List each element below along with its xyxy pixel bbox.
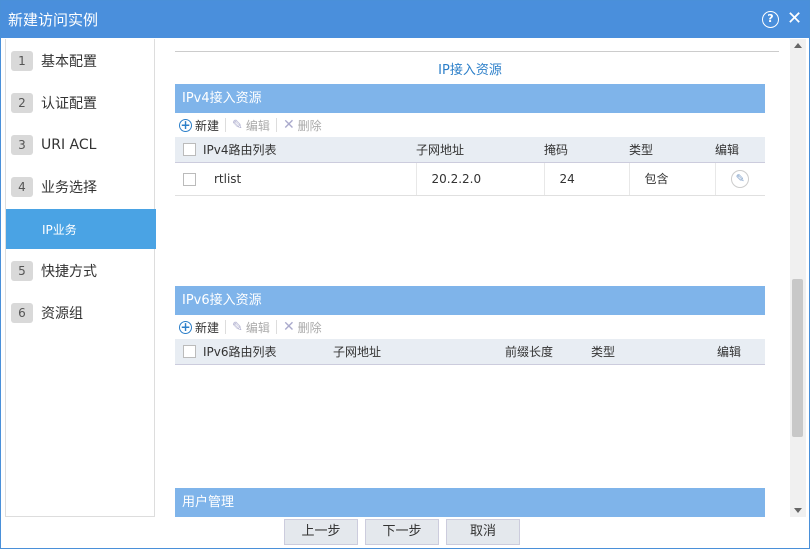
- col-subnet: 子网地址: [333, 339, 505, 365]
- col-type: 类型: [591, 339, 717, 365]
- next-button[interactable]: 下一步: [365, 519, 439, 545]
- step-resource-group[interactable]: 6 资源组: [6, 293, 156, 333]
- step-label: 快捷方式: [41, 264, 97, 280]
- cell-type: 包含: [629, 162, 716, 196]
- step-service-select[interactable]: 4 业务选择: [6, 167, 156, 207]
- step-number: 6: [11, 303, 33, 323]
- cell-subnet: 20.2.2.0: [416, 162, 545, 196]
- ipv6-toolbar: + 新建 ✎ 编辑 ✕ 删除: [175, 316, 765, 338]
- ipv4-table: IPv4路由列表 子网地址 掩码 类型 编辑 rtlist 20.2.2.0 2…: [175, 137, 765, 196]
- table-header-row: IPv4路由列表 子网地址 掩码 类型 编辑: [175, 137, 765, 163]
- step-number: 5: [11, 261, 33, 281]
- col-prefix-length: 前缀长度: [505, 339, 591, 365]
- prev-button[interactable]: 上一步: [284, 519, 358, 545]
- step-number: 1: [11, 51, 33, 71]
- col-route-list: IPv4路由列表: [203, 137, 416, 163]
- step-uri-acl[interactable]: 3 URI ACL: [6, 125, 156, 165]
- cell-route-list: rtlist: [203, 162, 417, 196]
- select-all-checkbox[interactable]: [182, 345, 196, 359]
- step-basic-config[interactable]: 1 基本配置: [6, 41, 156, 81]
- select-all-checkbox[interactable]: [182, 143, 196, 157]
- ipv6-table: IPv6路由列表 子网地址 前缀长度 类型 编辑: [175, 339, 765, 365]
- step-label: 资源组: [41, 306, 83, 322]
- col-edit: 编辑: [717, 339, 765, 365]
- delete-x-icon: ✕: [282, 319, 295, 335]
- toolbar-separator: [225, 320, 227, 334]
- vertical-scrollbar[interactable]: [790, 39, 806, 517]
- scroll-down-icon[interactable]: [794, 508, 802, 513]
- help-icon[interactable]: ?: [762, 11, 779, 28]
- new-label: 新建: [195, 320, 220, 335]
- table-row[interactable]: rtlist 20.2.2.0 24 包含 ✎: [175, 162, 765, 196]
- main-content: IP接入资源 IPv4接入资源 + 新建 ✎ 编辑 ✕ 删除 IPv4路由列表 …: [156, 39, 789, 517]
- scroll-thumb[interactable]: [792, 279, 803, 437]
- ipv4-edit-button[interactable]: ✎ 编辑: [228, 117, 274, 134]
- ipv4-section-header: IPv4接入资源: [175, 84, 765, 113]
- step-label: IP业务: [42, 222, 77, 237]
- col-edit: 编辑: [715, 137, 765, 163]
- row-checkbox[interactable]: [182, 172, 196, 186]
- step-label: 基本配置: [41, 54, 97, 70]
- ipv4-delete-button[interactable]: ✕ 删除: [279, 117, 326, 134]
- delete-label: 删除: [297, 118, 322, 133]
- dialog-footer: 上一步 下一步 取消: [1, 517, 809, 549]
- edit-label: 编辑: [245, 320, 270, 335]
- toolbar-separator: [275, 320, 277, 334]
- ipv4-new-button[interactable]: + 新建: [175, 117, 223, 134]
- title-bar: 新建访问实例 ? ✕: [1, 1, 809, 38]
- cell-mask: 24: [544, 162, 630, 196]
- step-number: 4: [11, 177, 33, 197]
- edit-label: 编辑: [245, 118, 270, 133]
- scroll-up-icon[interactable]: [794, 43, 802, 48]
- step-auth-config[interactable]: 2 认证配置: [6, 83, 156, 123]
- dialog-window: 新建访问实例 ? ✕ 1 基本配置 2 认证配置 3 URI ACL 4 业务选…: [0, 0, 810, 549]
- ipv4-toolbar: + 新建 ✎ 编辑 ✕ 删除: [175, 114, 765, 136]
- col-route-list: IPv6路由列表: [203, 339, 333, 365]
- plus-icon: +: [179, 319, 192, 334]
- ipv6-new-button[interactable]: + 新建: [175, 319, 223, 336]
- dialog-title: 新建访问实例: [8, 11, 99, 29]
- new-label: 新建: [195, 118, 220, 133]
- step-shortcut[interactable]: 5 快捷方式: [6, 251, 156, 291]
- col-type: 类型: [629, 137, 715, 163]
- ipv6-edit-button[interactable]: ✎ 编辑: [228, 319, 274, 336]
- step-ip-service[interactable]: IP业务: [6, 209, 156, 249]
- step-label: URI ACL: [41, 137, 97, 153]
- plus-icon: +: [179, 117, 192, 132]
- pencil-icon: ✎: [232, 319, 243, 335]
- delete-x-icon: ✕: [282, 117, 295, 133]
- ipv6-section-header: IPv6接入资源: [175, 286, 765, 315]
- edit-icon[interactable]: ✎: [731, 169, 750, 188]
- step-label: 认证配置: [41, 96, 97, 112]
- user-mgmt-section-header: 用户管理: [175, 488, 765, 517]
- toolbar-separator: [225, 118, 227, 132]
- table-header-row: IPv6路由列表 子网地址 前缀长度 类型 编辑: [175, 339, 765, 365]
- col-mask: 掩码: [544, 137, 629, 163]
- col-subnet: 子网地址: [416, 137, 544, 163]
- delete-label: 删除: [297, 320, 322, 335]
- step-label: 业务选择: [41, 180, 97, 196]
- ipv6-delete-button[interactable]: ✕ 删除: [279, 319, 326, 336]
- page-heading: IP接入资源: [438, 63, 502, 78]
- toolbar-separator: [275, 118, 277, 132]
- pencil-icon: ✎: [232, 117, 243, 133]
- wizard-steps-sidebar: 1 基本配置 2 认证配置 3 URI ACL 4 业务选择 IP业务 5 快捷…: [5, 39, 156, 517]
- cancel-button[interactable]: 取消: [446, 519, 520, 545]
- step-number: 2: [11, 93, 33, 113]
- step-number: 3: [11, 135, 33, 155]
- divider: [175, 51, 779, 52]
- close-icon[interactable]: ✕: [786, 10, 803, 28]
